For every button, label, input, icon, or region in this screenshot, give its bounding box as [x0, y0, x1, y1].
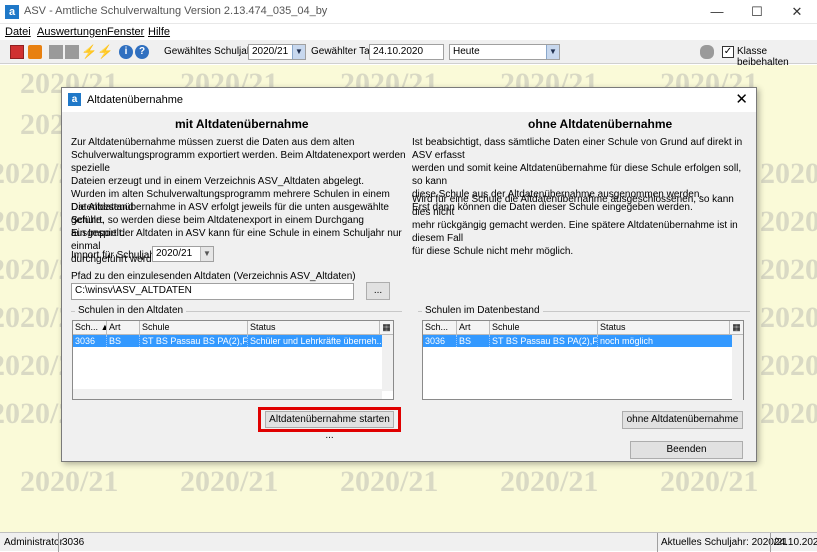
toolbar: ⚡ ⚡ i ? Gewähltes Schuljahr 2020/21 ▼ Ge… [0, 40, 817, 68]
column-header[interactable]: Sch... [423, 321, 457, 335]
cell-schule: ST BS Passau BS PA(2),FER... [492, 335, 598, 347]
watermark-text: 2020/21 [660, 465, 759, 498]
divider [657, 533, 658, 552]
watermark-text: 2020/21 [760, 301, 817, 334]
info-icon[interactable]: i [119, 45, 133, 59]
horizontal-scrollbar[interactable] [73, 389, 382, 399]
ohne-altdaten-button[interactable]: ohne Altdatenübernahme [622, 411, 743, 429]
heute-select[interactable]: Heute ▼ [449, 44, 560, 60]
klasse-checkbox[interactable]: ✓ [722, 46, 734, 58]
cell-status: noch möglich [600, 336, 654, 346]
schulen-altdaten-group: Schulen in den Altdaten [71, 305, 402, 316]
chevron-down-icon[interactable]: ▼ [200, 247, 213, 261]
close-icon[interactable]: ✕ [735, 90, 748, 108]
column-header[interactable]: Schule [490, 321, 598, 335]
status-bar: Administrator 3036 Aktuelles Schuljahr: … [0, 532, 817, 552]
menu-auswertungen[interactable]: Auswertungen [37, 26, 107, 38]
import-schuljahr-select[interactable]: 2020/21 ▼ [152, 246, 214, 262]
cell-art: BS [107, 335, 140, 347]
path-label: Pfad zu den einzulesenden Altdaten (Verz… [71, 271, 356, 282]
title-bar: a ASV - Amtliche Schulverwaltung Version… [0, 0, 817, 24]
app-icon: a [5, 5, 19, 19]
table-settings-icon[interactable]: ▦ [380, 321, 393, 335]
watermark-text: 2020/21 [340, 465, 439, 498]
paste-icon[interactable] [65, 45, 79, 59]
schuljahr-label: Gewähltes Schuljahr [164, 46, 256, 57]
status-schuljahr: Aktuelles Schuljahr: 2020/21 [661, 537, 788, 548]
cell-art: BS [457, 335, 490, 347]
help-icon[interactable]: ? [135, 45, 149, 59]
watermark-text: 2020/21 [760, 205, 817, 238]
path-input[interactable]: C:\winsv\ASV_ALTDATEN [71, 283, 354, 300]
tag-input[interactable]: 24.10.2020 [369, 44, 444, 60]
watermark-text: 2020/21 [760, 157, 817, 190]
column-header[interactable]: Art [107, 321, 140, 335]
schulen-datenbestand-group: Schulen im Datenbestand [418, 305, 750, 316]
lightning-icon[interactable]: ⚡ [97, 45, 113, 59]
watermark-text: 2020/21 [760, 253, 817, 286]
minimize-icon[interactable]: — [697, 0, 737, 24]
chevron-down-icon[interactable]: ▼ [292, 45, 305, 59]
cell-schulnummer: 3036 [423, 335, 457, 347]
table-row[interactable]: 3036 BS ST BS Passau BS PA(2),FER... noc… [423, 335, 732, 347]
left-heading: mit Altdatenübernahme [175, 117, 309, 131]
table-row[interactable]: 3036 BS ST BS Passau BS PA(2),FER... Sch… [73, 335, 382, 347]
datenbestand-table[interactable]: Sch... Art Schule Status ▦ 3036 BS ST BS… [422, 320, 744, 401]
vertical-scrollbar[interactable] [732, 335, 743, 401]
status-date: 24.10.2020 [774, 537, 817, 548]
import-schuljahr-value: 2020/21 [156, 248, 193, 259]
schuljahr-value: 2020/21 [252, 46, 289, 57]
person-icon[interactable] [700, 45, 714, 59]
beenden-button[interactable]: Beenden [630, 441, 743, 459]
cell-schulnummer: 3036 [73, 335, 107, 347]
vertical-scrollbar[interactable] [382, 335, 393, 391]
exit-icon[interactable] [10, 45, 24, 59]
highlight-box [258, 407, 401, 432]
window-title: ASV - Amtliche Schulverwaltung Version 2… [24, 5, 328, 17]
altdaten-dialog: a Altdatenübernahme ✕ mit Altdatenüberna… [61, 87, 757, 462]
watermark-text: 2020/21 [500, 465, 599, 498]
column-header[interactable]: Status [598, 321, 730, 335]
menu-hilfe[interactable]: Hilfe [148, 26, 170, 38]
column-header[interactable]: Status [248, 321, 380, 335]
status-user: Administrator [4, 537, 63, 548]
altdaten-table[interactable]: Sch... ▲ Art Schule Status ▦ 3036 BS ST … [72, 320, 394, 400]
maximize-icon[interactable]: ☐ [737, 0, 777, 24]
dialog-title-bar: a Altdatenübernahme ✕ [62, 88, 756, 112]
column-header[interactable]: Sch... ▲ [73, 321, 107, 335]
watermark-text: 2020/21 [180, 465, 279, 498]
right-heading: ohne Altdatenübernahme [528, 117, 673, 131]
watermark-text: 2020/21 [760, 349, 817, 382]
import-label: Import für Schuljahr [71, 250, 159, 261]
table-settings-icon[interactable]: ▦ [730, 321, 743, 335]
chevron-down-icon[interactable]: ▼ [546, 45, 559, 59]
lightning-icon[interactable]: ⚡ [81, 45, 97, 59]
watermark-text: 2020/21 [20, 465, 119, 498]
watermark-text: 2020/21 [760, 397, 817, 430]
schuljahr-select[interactable]: 2020/21 ▼ [248, 44, 306, 60]
status-school: 3036 [62, 537, 85, 548]
cell-schule: ST BS Passau BS PA(2),FER... [142, 335, 248, 347]
divider [58, 533, 59, 552]
close-icon[interactable]: ✕ [777, 0, 817, 24]
divider [770, 533, 771, 552]
column-header[interactable]: Schule [140, 321, 248, 335]
group-title: Schulen im Datenbestand [422, 305, 543, 316]
cell-status: Schüler und Lehrkräfte überneh... [250, 336, 382, 346]
app-icon: a [68, 93, 81, 106]
tag-label: Gewählter Tag [311, 46, 376, 57]
right-para-2: Wird für eine Schule die Altdatenübernah… [412, 194, 738, 257]
dialog-title: Altdatenübernahme [87, 94, 184, 106]
heute-value: Heute [453, 46, 480, 57]
menu-fenster[interactable]: Fenster [107, 26, 144, 38]
menu-datei[interactable]: Datei [5, 26, 31, 38]
save-icon[interactable] [28, 45, 42, 59]
column-header[interactable]: Art [457, 321, 490, 335]
menu-bar: Datei Auswertungen Fenster Hilfe [0, 24, 817, 40]
group-title: Schulen in den Altdaten [75, 305, 187, 316]
browse-button[interactable]: ... [366, 282, 390, 300]
copy-icon[interactable] [49, 45, 63, 59]
